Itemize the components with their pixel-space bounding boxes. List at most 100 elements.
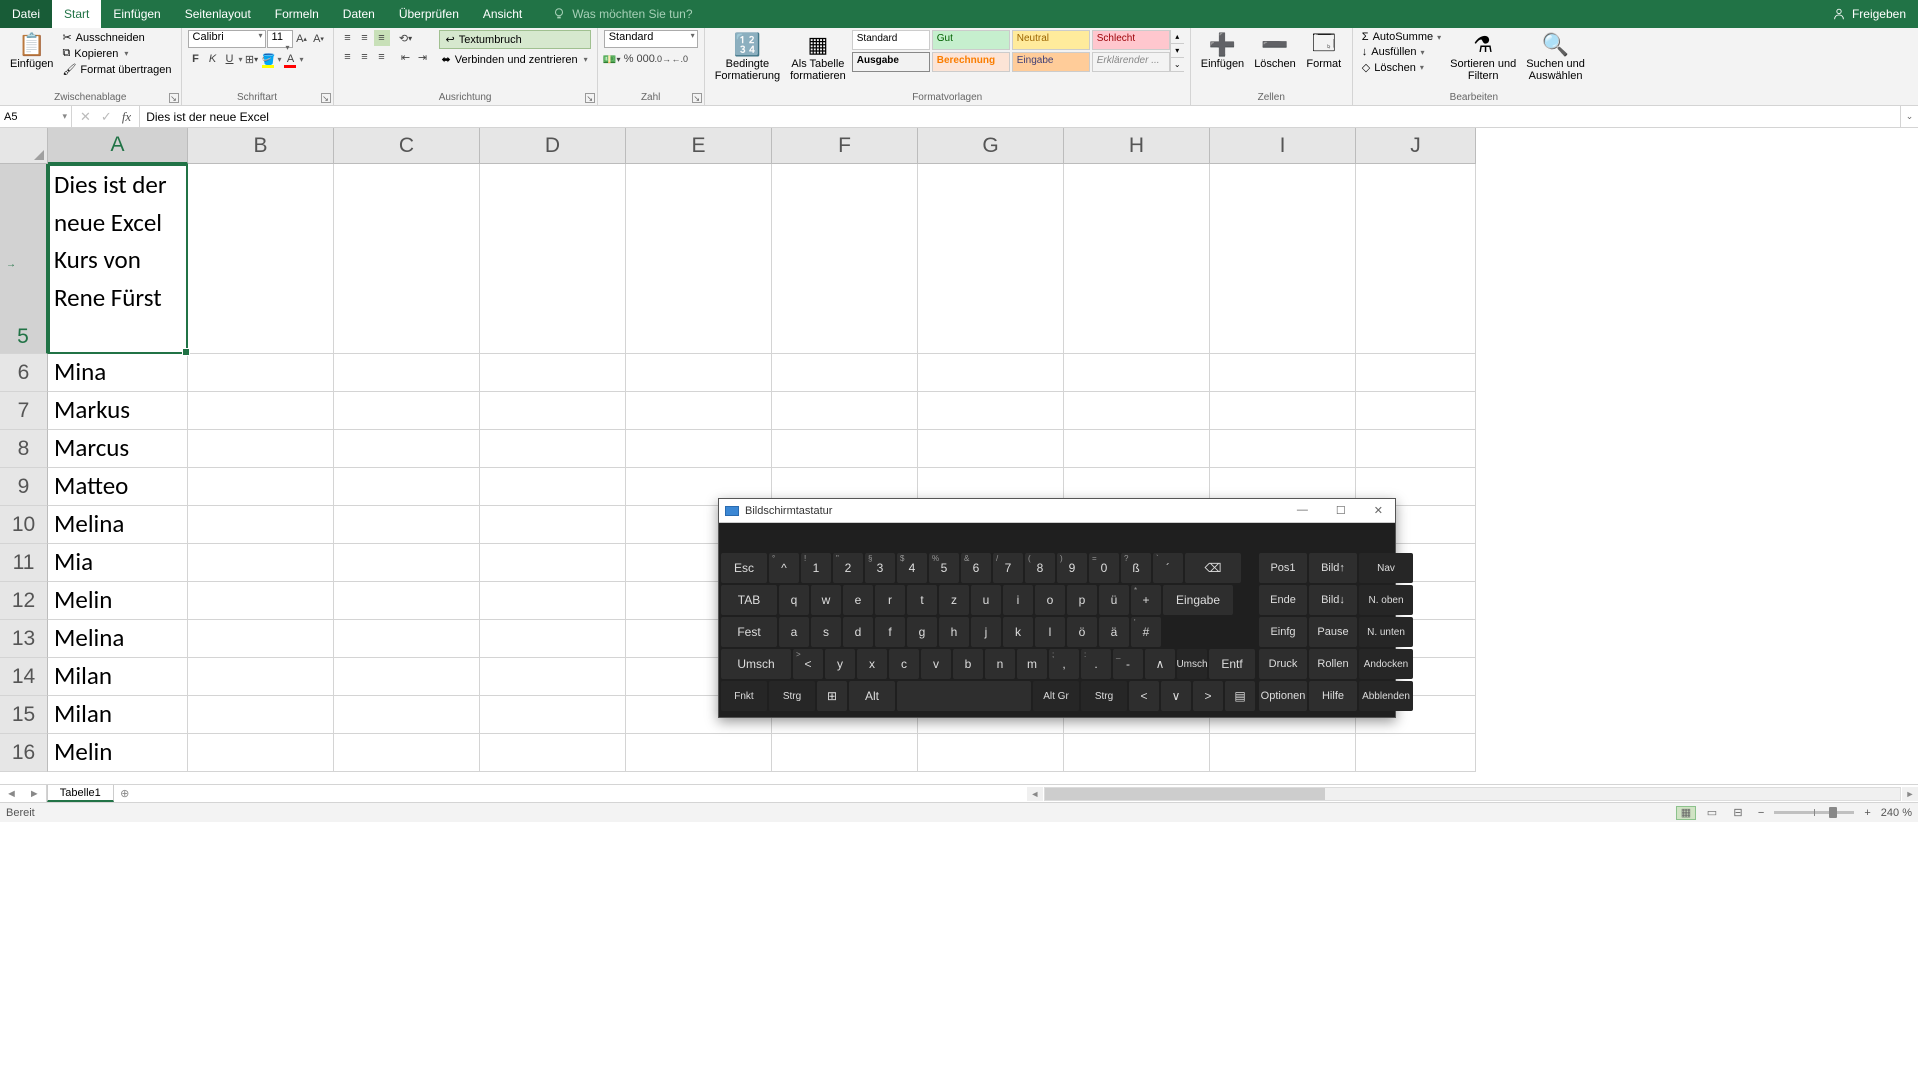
osk-key-^[interactable]: °^ bbox=[769, 553, 799, 583]
tab-view[interactable]: Ansicht bbox=[471, 0, 534, 28]
column-header-I[interactable]: I bbox=[1210, 128, 1356, 164]
cell-H6[interactable] bbox=[1064, 354, 1210, 392]
cell-F6[interactable] bbox=[772, 354, 918, 392]
style-input[interactable]: Eingabe bbox=[1012, 52, 1090, 72]
osk-key-q[interactable]: q bbox=[779, 585, 809, 615]
conditional-formatting-button[interactable]: 🔢 Bedingte Formatierung bbox=[711, 30, 784, 84]
osk-key-pause[interactable]: Pause bbox=[1309, 617, 1357, 647]
osk-key-9[interactable]: )9 bbox=[1057, 553, 1087, 583]
cell-A13[interactable]: Melina bbox=[48, 620, 188, 658]
style-neutral[interactable]: Neutral bbox=[1012, 30, 1090, 50]
osk-key-Alt Gr[interactable]: Alt Gr bbox=[1033, 681, 1079, 711]
fill-button[interactable]: ↓Ausfüllen▾ bbox=[1359, 45, 1444, 59]
osk-key-<[interactable]: >< bbox=[793, 649, 823, 679]
cell-D15[interactable] bbox=[480, 696, 626, 734]
increase-decimal-button[interactable]: .0→ bbox=[655, 51, 671, 67]
cell-G7[interactable] bbox=[918, 392, 1064, 430]
cell-G16[interactable] bbox=[918, 734, 1064, 772]
osk-key-space[interactable] bbox=[897, 681, 1031, 711]
osk-key-3[interactable]: §3 bbox=[865, 553, 895, 583]
osk-key-8[interactable]: (8 bbox=[1025, 553, 1055, 583]
osk-key-b[interactable]: b bbox=[953, 649, 983, 679]
osk-key-6[interactable]: &6 bbox=[961, 553, 991, 583]
osk-key-⊞[interactable]: ⊞ bbox=[817, 681, 847, 711]
style-good[interactable]: Gut bbox=[932, 30, 1010, 50]
cell-E7[interactable] bbox=[626, 392, 772, 430]
cell-J8[interactable] bbox=[1356, 430, 1476, 468]
osk-key-einfg[interactable]: Einfg bbox=[1259, 617, 1307, 647]
osk-key-0[interactable]: =0 bbox=[1089, 553, 1119, 583]
osk-key-x[interactable]: x bbox=[857, 649, 887, 679]
osk-key-5[interactable]: %5 bbox=[929, 553, 959, 583]
osk-key-Umsch[interactable]: Umsch bbox=[721, 649, 791, 679]
zoom-out-button[interactable]: − bbox=[1754, 807, 1768, 819]
hscroll-left-button[interactable]: ◄ bbox=[1027, 787, 1043, 801]
row-header-14[interactable]: 14 bbox=[0, 658, 48, 696]
osk-key-7[interactable]: /7 bbox=[993, 553, 1023, 583]
hscroll-thumb[interactable] bbox=[1045, 788, 1325, 800]
osk-key-Strg[interactable]: Strg bbox=[769, 681, 815, 711]
osk-key-r[interactable]: r bbox=[875, 585, 905, 615]
tab-page-layout[interactable]: Seitenlayout bbox=[173, 0, 263, 28]
osk-key-Umsch[interactable]: Umsch bbox=[1177, 649, 1207, 679]
row-header-7[interactable]: 7 bbox=[0, 392, 48, 430]
osk-key--[interactable]: _- bbox=[1113, 649, 1143, 679]
cell-B5[interactable] bbox=[188, 164, 334, 354]
format-painter-button[interactable]: 🖌Format übertragen bbox=[59, 62, 174, 77]
osk-key-m[interactable]: m bbox=[1017, 649, 1047, 679]
row-header-6[interactable]: 6 bbox=[0, 354, 48, 392]
format-as-table-button[interactable]: ▦ Als Tabelle formatieren bbox=[786, 30, 850, 84]
osk-key-d[interactable]: d bbox=[843, 617, 873, 647]
osk-key-4[interactable]: $4 bbox=[897, 553, 927, 583]
osk-key-ß[interactable]: ?ß bbox=[1121, 553, 1151, 583]
osk-key-2[interactable]: "2 bbox=[833, 553, 863, 583]
align-bottom-button[interactable]: ≡ bbox=[374, 30, 390, 46]
cell-A14[interactable]: Milan bbox=[48, 658, 188, 696]
gallery-more-button[interactable]: ⌄ bbox=[1171, 58, 1184, 72]
name-box[interactable]: A5 bbox=[0, 106, 72, 127]
bold-button[interactable]: F bbox=[188, 51, 204, 67]
osk-key-bild[interactable]: Bild↓ bbox=[1309, 585, 1357, 615]
style-output[interactable]: Ausgabe bbox=[852, 52, 930, 72]
style-calculation[interactable]: Berechnung bbox=[932, 52, 1010, 72]
clear-button[interactable]: ◇Löschen▾ bbox=[1359, 60, 1444, 75]
orientation-button[interactable]: ⟲▾ bbox=[398, 30, 414, 46]
cell-I8[interactable] bbox=[1210, 430, 1356, 468]
gallery-down-button[interactable]: ▾ bbox=[1171, 44, 1184, 58]
osk-key-ü[interactable]: ü bbox=[1099, 585, 1129, 615]
osk-key-s[interactable]: s bbox=[811, 617, 841, 647]
osk-key-i[interactable]: i bbox=[1003, 585, 1033, 615]
osk-key-▤[interactable]: ▤ bbox=[1225, 681, 1255, 711]
osk-key-bild[interactable]: Bild↑ bbox=[1309, 553, 1357, 583]
cell-G8[interactable] bbox=[918, 430, 1064, 468]
osk-key-f[interactable]: f bbox=[875, 617, 905, 647]
osk-key-g[interactable]: g bbox=[907, 617, 937, 647]
column-header-E[interactable]: E bbox=[626, 128, 772, 164]
align-top-button[interactable]: ≡ bbox=[340, 30, 356, 46]
cell-D6[interactable] bbox=[480, 354, 626, 392]
cell-C14[interactable] bbox=[334, 658, 480, 696]
cell-C10[interactable] bbox=[334, 506, 480, 544]
cell-A15[interactable]: Milan bbox=[48, 696, 188, 734]
sort-filter-button[interactable]: ⚗Sortieren und Filtern bbox=[1446, 30, 1520, 84]
autosum-button[interactable]: ΣAutoSumme▾ bbox=[1359, 30, 1444, 44]
sheet-tab[interactable]: Tabelle1 bbox=[47, 785, 114, 802]
osk-key-TAB[interactable]: TAB bbox=[721, 585, 777, 615]
osk-close-button[interactable]: ✕ bbox=[1368, 503, 1389, 518]
osk-key-hilfe[interactable]: Hilfe bbox=[1309, 681, 1357, 711]
cell-F16[interactable] bbox=[772, 734, 918, 772]
osk-key-nav[interactable]: Nav bbox=[1359, 553, 1413, 583]
tab-file[interactable]: Datei bbox=[0, 0, 52, 28]
cell-C13[interactable] bbox=[334, 620, 480, 658]
align-middle-button[interactable]: ≡ bbox=[357, 30, 373, 46]
comma-button[interactable]: 000 bbox=[638, 51, 654, 67]
osk-key-nunten[interactable]: N. unten bbox=[1359, 617, 1413, 647]
hscroll-right-button[interactable]: ► bbox=[1902, 787, 1918, 801]
osk-key-Eingabe[interactable]: Eingabe bbox=[1163, 585, 1233, 615]
italic-button[interactable]: K bbox=[205, 51, 221, 67]
tab-data[interactable]: Daten bbox=[331, 0, 387, 28]
osk-key-k[interactable]: k bbox=[1003, 617, 1033, 647]
style-standard[interactable]: Standard bbox=[852, 30, 930, 50]
cell-A10[interactable]: Melina bbox=[48, 506, 188, 544]
decrease-indent-button[interactable]: ⇤ bbox=[398, 49, 414, 65]
